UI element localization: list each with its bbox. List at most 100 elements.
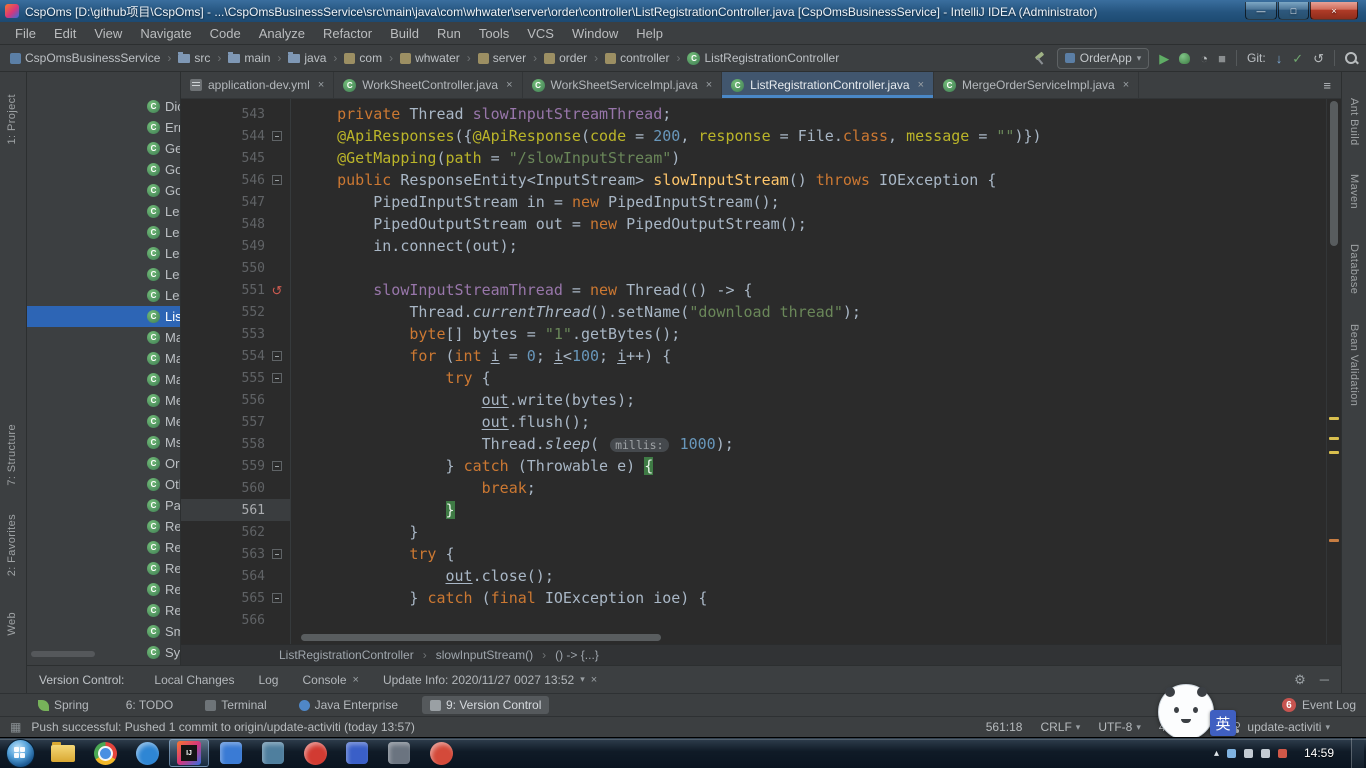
fold-icon[interactable] — [270, 371, 284, 385]
error-stripe-mark[interactable] — [1329, 437, 1339, 440]
code-line[interactable] — [301, 257, 1327, 279]
toolwindow-switcher-icon[interactable]: ▦ — [10, 720, 21, 734]
gutter-line[interactable]: 550 — [181, 257, 290, 279]
code-editor[interactable]: 543 544 545 546 547 548 549 550 551 ↺ 552 553 554 555… — [181, 99, 1341, 644]
menu-item-code[interactable]: Code — [201, 24, 250, 43]
error-stripe[interactable] — [1326, 99, 1341, 644]
project-tree-item[interactable]: C Mate — [27, 348, 180, 369]
project-tree-item[interactable]: C Orde — [27, 453, 180, 474]
tray-alert-icon[interactable] — [1277, 748, 1287, 758]
tool-window-tab[interactable]: Console × — [292, 669, 368, 691]
tab-close-icon[interactable]: × — [918, 79, 924, 91]
tool-window-tab[interactable]: Log — [248, 669, 288, 691]
project-tree-item[interactable]: C Leak — [27, 285, 180, 306]
git-branch-widget[interactable]: update-activiti ▾ — [1233, 720, 1330, 734]
code-line[interactable]: try { — [301, 543, 1327, 565]
tool-strip-button[interactable]: 1: Project — [6, 94, 18, 144]
breadcrumb-item[interactable]: CspOmsBusinessService — [8, 50, 162, 66]
project-tree-item[interactable]: C Resu — [27, 600, 180, 621]
git-update-icon[interactable]: ↓ — [1276, 52, 1283, 65]
tray-network-icon[interactable] — [1260, 748, 1270, 758]
maximize-button[interactable]: □ — [1278, 2, 1309, 20]
dropdown-caret-icon[interactable]: ▾ — [580, 674, 585, 685]
project-tree-item[interactable]: C Mete — [27, 411, 180, 432]
gutter-line[interactable]: 553 — [181, 323, 290, 345]
show-desktop-button[interactable] — [1351, 737, 1364, 768]
tab-close-icon[interactable]: × — [506, 79, 512, 91]
project-tree-item[interactable]: C Erro — [27, 117, 180, 138]
code-line[interactable]: @GetMapping(path = "/slowInputStream") — [301, 147, 1327, 169]
error-stripe-mark[interactable] — [1329, 539, 1339, 542]
tool-strip-button[interactable]: Maven — [1348, 174, 1360, 209]
project-tree-item[interactable]: C Leak — [27, 264, 180, 285]
project-tree-item[interactable]: C PayV — [27, 495, 180, 516]
gutter-line[interactable]: 544 — [181, 125, 290, 147]
error-stripe-mark[interactable] — [1329, 451, 1339, 454]
taskbar-app-browser-blue[interactable] — [127, 739, 167, 767]
menu-item-edit[interactable]: Edit — [45, 24, 85, 43]
menu-item-file[interactable]: File — [6, 24, 45, 43]
code-line[interactable]: try { — [301, 367, 1327, 389]
project-tree-item[interactable]: C Geo — [27, 138, 180, 159]
menu-item-tools[interactable]: Tools — [470, 24, 518, 43]
tool-window-button[interactable]: Terminal — [197, 696, 274, 714]
tool-strip-button[interactable]: Bean Validation — [1348, 324, 1360, 406]
breadcrumb-item[interactable]: com — [342, 50, 384, 66]
gutter-line[interactable]: 554 — [181, 345, 290, 367]
tab-close-icon[interactable]: × — [318, 79, 324, 91]
tool-strip-button[interactable]: Database — [1348, 244, 1360, 294]
fold-icon[interactable] — [270, 173, 284, 187]
project-tree-item[interactable]: C ListR — [27, 306, 180, 327]
title-bar[interactable]: CspOms [D:\github项目\CspOms] - ...\CspOms… — [0, 0, 1366, 22]
taskbar-app-netease-music[interactable] — [295, 739, 335, 767]
tool-window-button[interactable]: Java Enterprise — [291, 696, 406, 714]
minimize-button[interactable]: — — [1245, 2, 1277, 20]
line-separator-widget[interactable]: CRLF ▾ — [1040, 720, 1080, 734]
menu-item-view[interactable]: View — [85, 24, 131, 43]
taskbar-app-intellij-idea[interactable]: IJ — [169, 739, 209, 767]
taskbar-app-windows-explorer[interactable] — [43, 739, 83, 767]
code-line[interactable]: @ApiResponses({@ApiResponse(code = 200, … — [301, 125, 1327, 147]
menu-item-run[interactable]: Run — [428, 24, 470, 43]
editor-tab[interactable]: C MergeOrderServiceImpl.java × — [934, 72, 1140, 98]
start-button[interactable] — [6, 738, 35, 768]
gutter-line[interactable]: 561 — [181, 499, 290, 521]
caret-position-widget[interactable]: 561:18 — [986, 720, 1023, 734]
search-everywhere-icon[interactable] — [1345, 51, 1358, 65]
project-tree-item[interactable]: C Leak — [27, 222, 180, 243]
breadcrumb-item[interactable]: server — [476, 50, 528, 66]
project-tree-item[interactable]: C Merg — [27, 390, 180, 411]
encoding-widget[interactable]: UTF-8 ▾ — [1098, 720, 1141, 734]
close-button[interactable]: × — [1310, 2, 1358, 20]
tool-strip-button[interactable]: 7: Structure — [6, 424, 18, 486]
tray-volume-icon[interactable] — [1243, 748, 1253, 758]
editor-breadcrumb-item[interactable]: slowInputStream() — [434, 648, 535, 662]
editor-tab[interactable]: application-dev.yml × — [181, 72, 335, 98]
menu-item-window[interactable]: Window — [563, 24, 627, 43]
code-line[interactable]: } — [301, 521, 1327, 543]
tray-shield-icon[interactable] — [1226, 748, 1236, 758]
taskbar-app-qq-browser[interactable] — [421, 739, 461, 767]
gear-icon[interactable]: ⚙ — [1294, 672, 1306, 688]
horizontal-scrollbar-thumb[interactable] — [301, 634, 661, 641]
code-line[interactable]: byte[] bytes = "1".getBytes(); — [301, 323, 1327, 345]
build-hammer-icon[interactable] — [1034, 52, 1047, 65]
gutter-line[interactable]: 547 — [181, 191, 290, 213]
project-tree-item[interactable]: C Man — [27, 327, 180, 348]
editor-breadcrumb-item[interactable]: () -> {...} — [553, 648, 601, 662]
taskbar-app-app-blue-doc[interactable] — [211, 739, 251, 767]
project-tree-item[interactable]: C Rece — [27, 537, 180, 558]
gutter-line[interactable]: 551 ↺ — [181, 279, 290, 301]
tab-close-icon[interactable]: × — [706, 79, 712, 91]
git-revert-icon[interactable]: ↺ — [1313, 52, 1324, 65]
breadcrumb-item[interactable]: java — [286, 50, 328, 66]
code-line[interactable]: for (int i = 0; i<100; i++) { — [301, 345, 1327, 367]
tool-strip-button[interactable]: Ant Build — [1348, 98, 1360, 146]
gutter-line[interactable]: 545 — [181, 147, 290, 169]
fold-icon[interactable] — [270, 129, 284, 143]
menu-item-refactor[interactable]: Refactor — [314, 24, 381, 43]
gutter-line[interactable]: 563 — [181, 543, 290, 565]
gutter-line[interactable]: 562 — [181, 521, 290, 543]
code-line[interactable]: Thread.currentThread().setName("download… — [301, 301, 1327, 323]
run-configuration-select[interactable]: OrderApp ▾ — [1056, 47, 1150, 69]
